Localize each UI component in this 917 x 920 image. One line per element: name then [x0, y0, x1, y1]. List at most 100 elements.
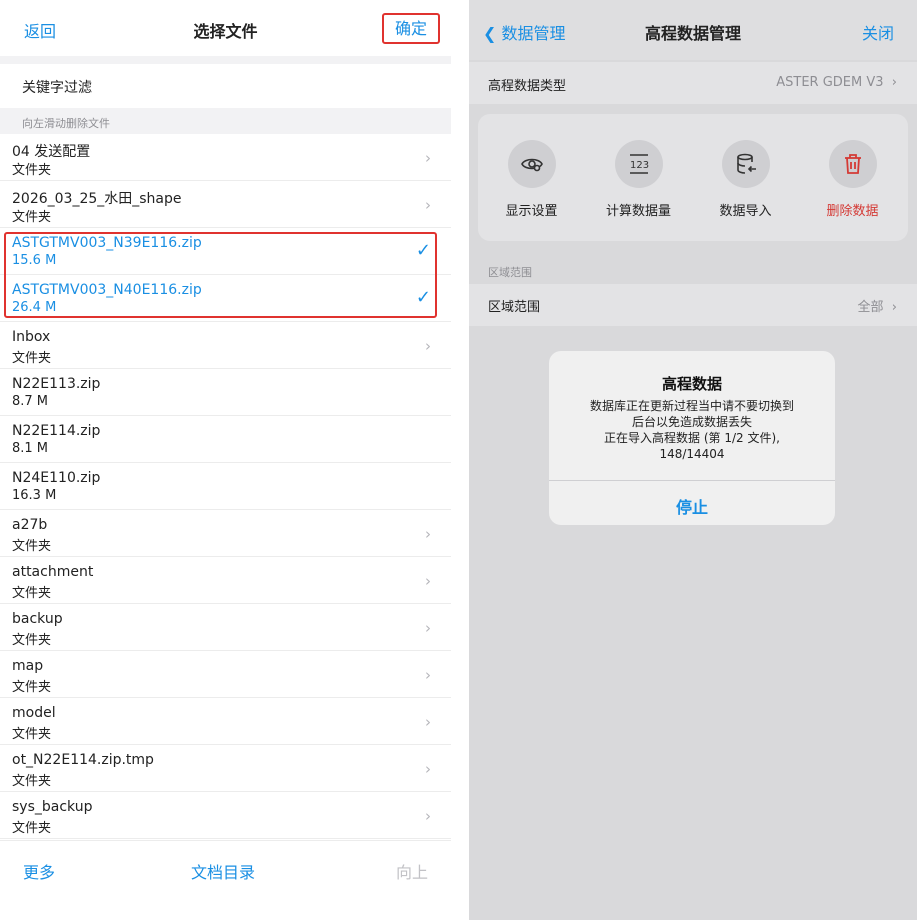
folder-row[interactable]: attachment 文件夹 › — [0, 557, 451, 604]
alert-title: 高程数据 — [661, 375, 722, 393]
file-size: 26.4 M — [12, 300, 57, 315]
more-button[interactable]: 更多 — [23, 859, 55, 883]
file-name: N22E113.zip — [12, 376, 101, 392]
folder-row[interactable]: Inbox 文件夹 › — [0, 322, 451, 369]
file-list: 04 发送配置 文件夹 › 2026_03_25_水田_shape 文件夹 › ASTGTM… — [0, 134, 451, 839]
region-label: 区域范围 — [488, 300, 541, 315]
folder-row[interactable]: 2026_03_25_水田_shape 文件夹 › — [0, 181, 451, 228]
region-value-wrap: 全部 › — [858, 296, 898, 315]
chevron-right-icon: › — [425, 196, 431, 214]
folder-type-label: 文件夹 — [12, 821, 52, 836]
file-row[interactable]: ASTGTMV003_N39E116.zip 15.6 M ✓ — [0, 228, 451, 275]
elevation-type-value-wrap: ASTER GDEM V3 › — [776, 75, 897, 90]
document-directory-button[interactable]: 文档目录 — [191, 859, 255, 883]
delete-data-label: 删除数据 — [826, 204, 879, 219]
number-123-icon: 123 — [615, 140, 663, 188]
stop-button[interactable]: 停止 — [549, 494, 835, 518]
folder-type-label: 文件夹 — [12, 351, 52, 366]
close-button[interactable]: 关闭 — [862, 20, 894, 44]
chevron-right-icon: › — [425, 807, 431, 825]
folder-row[interactable]: ot_N22E114.zip.tmp 文件夹 › — [0, 745, 451, 792]
display-settings-label: 显示设置 — [505, 204, 558, 219]
elevation-type-row[interactable]: 高程数据类型 ASTER GDEM V3 › — [469, 62, 917, 104]
file-name: ASTGTMV003_N39E116.zip — [12, 235, 202, 251]
folder-row[interactable]: 04 发送配置 文件夹 › — [0, 134, 451, 181]
file-name: a27b — [12, 517, 48, 533]
folder-type-label: 文件夹 — [12, 774, 52, 789]
svg-text:123: 123 — [630, 160, 649, 171]
file-size: 15.6 M — [12, 253, 57, 268]
folder-row[interactable]: map 文件夹 › — [0, 651, 451, 698]
folder-type-label: 文件夹 — [12, 680, 52, 695]
file-name: 2026_03_25_水田_shape — [12, 191, 182, 207]
file-name: sys_backup — [12, 799, 93, 815]
elevation-navbar: ❮ 数据管理 高程数据管理 关闭 — [469, 0, 917, 60]
file-name: N24E110.zip — [12, 470, 101, 486]
eye-settings-icon — [508, 140, 556, 188]
folder-row[interactable]: backup 文件夹 › — [0, 604, 451, 651]
chevron-right-icon: › — [425, 149, 431, 167]
delete-data-action[interactable]: 删除数据 — [799, 114, 906, 241]
calc-data-volume-label: 计算数据量 — [605, 204, 671, 219]
alert-message-line: 后台以免造成数据丢失 — [631, 415, 752, 429]
chevron-right-icon: › — [887, 300, 897, 315]
database-import-icon — [722, 140, 770, 188]
calc-data-volume-action[interactable]: 123 计算数据量 — [585, 114, 692, 241]
chevron-left-icon: ❮ — [483, 24, 497, 43]
checkmark-icon: ✓ — [415, 240, 431, 261]
data-management-back-button[interactable]: ❮ 数据管理 — [483, 20, 566, 44]
region-section-header: 区域范围 — [488, 266, 532, 279]
file-row[interactable]: N22E113.zip 8.7 M — [0, 369, 451, 416]
swipe-hint-text: 向左滑动删除文件 — [22, 117, 110, 130]
alert-divider — [549, 480, 835, 481]
confirm-button[interactable]: 确定 — [382, 13, 440, 44]
alert-message-line: 正在导入高程数据 (第 1/2 文件), — [604, 431, 780, 445]
bottom-toolbar: 更多 文档目录 向上 — [0, 840, 451, 920]
trash-icon — [829, 140, 877, 188]
file-name: Inbox — [12, 329, 51, 345]
display-settings-action[interactable]: 显示设置 — [478, 114, 585, 241]
chevron-right-icon: › — [425, 760, 431, 778]
file-row[interactable]: N22E114.zip 8.1 M — [0, 416, 451, 463]
data-import-label: 数据导入 — [719, 204, 772, 219]
alert-message: 数据库正在更新过程当中请不要切换到 后台以免造成数据丢失 正在导入高程数据 (第… — [559, 398, 825, 462]
section-gap — [0, 56, 451, 64]
folder-row[interactable]: sys_backup 文件夹 › — [0, 792, 451, 839]
alert-progress-count: 148/14404 — [659, 447, 725, 461]
chevron-right-icon: › — [425, 666, 431, 684]
chevron-right-icon: › — [887, 75, 897, 90]
keyword-filter-field[interactable]: 关键字过滤 — [0, 64, 451, 108]
alert-message-line: 数据库正在更新过程当中请不要切换到 — [589, 399, 794, 413]
folder-type-label: 文件夹 — [12, 539, 52, 554]
file-row[interactable]: ASTGTMV003_N40E116.zip 26.4 M ✓ — [0, 275, 451, 322]
keyword-filter-label: 关键字过滤 — [22, 80, 92, 96]
file-name: 04 发送配置 — [12, 144, 91, 160]
back-button[interactable]: 返回 — [24, 18, 56, 42]
file-name: ASTGTMV003_N40E116.zip — [12, 282, 202, 298]
file-name: backup — [12, 611, 63, 627]
file-picker-navbar: 返回 选择文件 确定 — [0, 0, 451, 56]
file-size: 16.3 M — [12, 488, 57, 503]
up-level-button[interactable]: 向上 — [396, 859, 428, 883]
file-size: 8.1 M — [12, 441, 49, 456]
chevron-right-icon: › — [425, 525, 431, 543]
back-label: 数据管理 — [501, 24, 566, 43]
folder-row[interactable]: model 文件夹 › — [0, 698, 451, 745]
region-row[interactable]: 区域范围 全部 › — [469, 284, 917, 326]
file-name: ot_N22E114.zip.tmp — [12, 752, 154, 768]
file-picker-panel: 返回 选择文件 确定 关键字过滤 向左滑动删除文件 04 发送配置 文件夹 › 202… — [0, 0, 451, 920]
swipe-hint-header: 向左滑动删除文件 — [0, 108, 451, 134]
checkmark-icon: ✓ — [415, 287, 431, 308]
folder-row[interactable]: a27b 文件夹 › — [0, 510, 451, 557]
import-progress-alert: 高程数据 数据库正在更新过程当中请不要切换到 后台以免造成数据丢失 正在导入高程… — [549, 351, 835, 525]
file-size: 8.7 M — [12, 394, 49, 409]
file-name: N22E114.zip — [12, 423, 101, 439]
file-name: model — [12, 705, 56, 721]
folder-type-label: 文件夹 — [12, 586, 52, 601]
actions-card: 显示设置 123 计算数据量 数据导入 删除数据 — [478, 114, 908, 241]
chevron-right-icon: › — [425, 713, 431, 731]
data-import-action[interactable]: 数据导入 — [692, 114, 799, 241]
file-row[interactable]: N24E110.zip 16.3 M — [0, 463, 451, 510]
chevron-right-icon: › — [425, 572, 431, 590]
elevation-type-value: ASTER GDEM V3 — [776, 75, 884, 90]
